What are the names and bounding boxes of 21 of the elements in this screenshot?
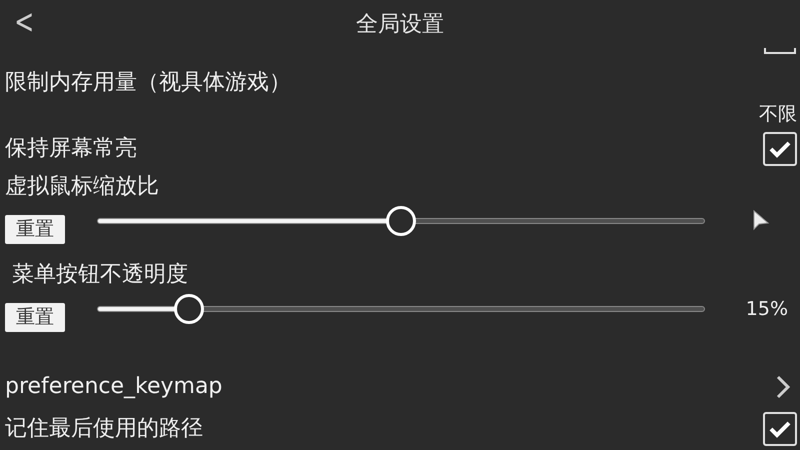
slider-thumb[interactable] — [174, 294, 204, 324]
checkbox[interactable] — [763, 412, 797, 446]
reset-button[interactable]: 重置 — [5, 302, 65, 332]
slider-thumb[interactable] — [386, 206, 416, 236]
chevron-right-icon[interactable] — [775, 374, 791, 400]
setting-label[interactable]: 限制内存用量（视具体游戏） — [0, 66, 800, 100]
checkbox-edge-icon — [763, 48, 797, 56]
checkmark-icon — [769, 420, 791, 438]
setting-label[interactable]: 记住最后使用的路径 — [0, 412, 203, 446]
setting-label[interactable]: preference_keymap — [0, 370, 222, 404]
slider-value: 15% — [746, 298, 788, 320]
screen-title: 全局设置 — [356, 11, 444, 39]
back-button[interactable]: < — [10, 4, 38, 40]
setting-value: 不限 — [758, 102, 798, 127]
cursor-icon — [752, 209, 770, 233]
checkmark-icon — [769, 140, 791, 158]
checkbox[interactable] — [763, 132, 797, 166]
setting-label[interactable]: 保持屏幕常亮 — [0, 132, 137, 166]
setting-label: 虚拟鼠标缩放比 — [4, 173, 160, 201]
setting-label: 菜单按钮不透明度 — [10, 261, 189, 289]
reset-button[interactable]: 重置 — [5, 214, 65, 244]
